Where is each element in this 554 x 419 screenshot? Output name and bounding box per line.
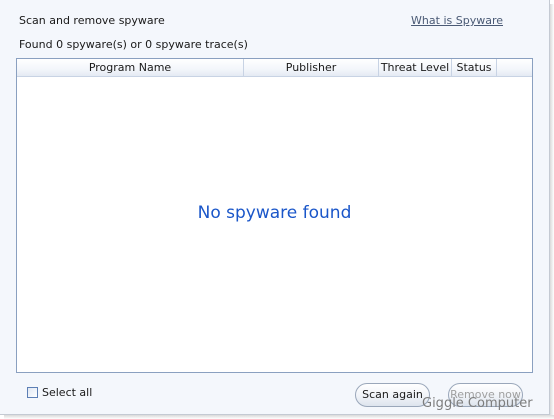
select-all-checkbox[interactable] [27,387,38,398]
panel-title: Scan and remove spyware [19,14,165,27]
select-all-control[interactable]: Select all [27,386,92,399]
spyware-table: Program Name Publisher Threat Level Stat… [16,58,533,373]
spyware-panel: Scan and remove spyware What is Spyware … [0,0,550,415]
column-header-blank [497,59,532,76]
table-header: Program Name Publisher Threat Level Stat… [17,59,532,77]
panel-shadow-bottom [4,415,554,419]
column-header-threat-level[interactable]: Threat Level [379,59,452,76]
select-all-label[interactable]: Select all [42,386,92,399]
empty-state-message: No spyware found [197,203,352,223]
column-header-status[interactable]: Status [452,59,497,76]
scan-summary: Found 0 spyware(s) or 0 spyware trace(s) [19,38,248,51]
panel-shadow-right [550,4,554,419]
scan-again-button[interactable]: Scan again [355,383,430,407]
what-is-spyware-link[interactable]: What is Spyware [411,14,503,27]
column-header-publisher[interactable]: Publisher [244,59,379,76]
watermark-text: Giggle Computer [422,396,533,411]
column-header-program-name[interactable]: Program Name [17,59,244,76]
